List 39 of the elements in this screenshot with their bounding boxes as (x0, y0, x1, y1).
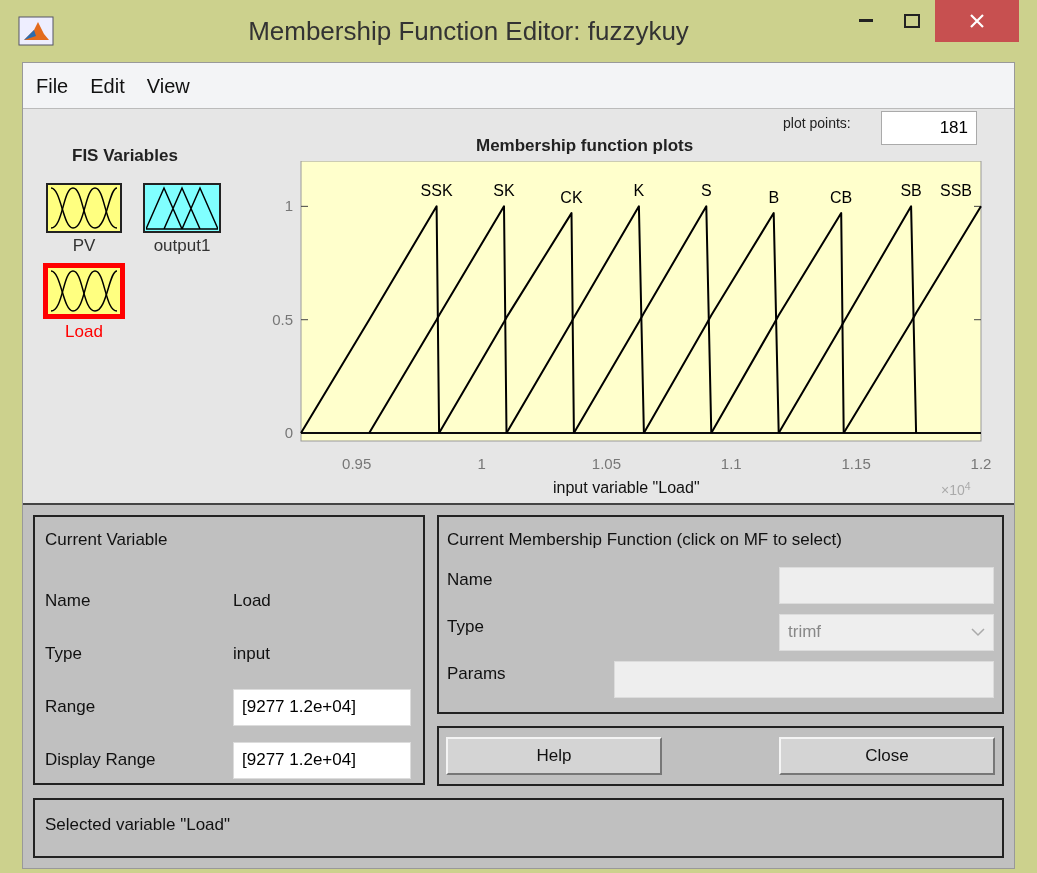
mf-label: B (768, 189, 780, 207)
x-tick-label: 1.2 (970, 455, 992, 472)
variable-label: output1 (153, 234, 211, 257)
mf-label: S (700, 182, 712, 200)
mf-label: SSB (940, 182, 972, 200)
mf-label: SK (493, 182, 515, 200)
field-label: Type (447, 615, 484, 638)
mf-label: SB (900, 182, 922, 200)
variable-label: Load (65, 320, 103, 343)
field-label: Name (447, 568, 493, 591)
field-label: Name (45, 590, 92, 613)
x-tick-label: 1.15 (841, 455, 871, 472)
mf-label: CB (830, 189, 853, 207)
mf-label: CK (560, 189, 583, 207)
x-axis-label: input variable "Load" (553, 478, 700, 498)
field-value: input (233, 643, 270, 666)
field-label: Type (45, 643, 83, 666)
x-tick-label: 1.05 (591, 455, 621, 472)
mf-label: K (633, 182, 645, 200)
plot-points-label: plot points: (783, 114, 851, 133)
field-label: Params (447, 662, 506, 685)
status-message: Selected variable "Load" (45, 815, 231, 834)
panel-heading: Current Membership Function (click on MF to select) (447, 529, 843, 551)
y-tick-label: 0.5 (272, 310, 293, 328)
x-tick-label: 1 (477, 455, 486, 472)
y-tick-label: 0 (284, 424, 293, 442)
field-value: Load (233, 590, 271, 613)
y-tick-label: 1 (284, 197, 293, 215)
panel-heading: FIS Variables (71, 145, 178, 167)
panel-heading: Current Variable (45, 529, 169, 551)
x-tick-label: 0.95 (342, 455, 372, 472)
field-label: Range (45, 696, 97, 719)
field-label: Display Range (45, 749, 157, 772)
chart-title: Membership function plots (476, 135, 694, 157)
mf-label: SSK (420, 182, 453, 200)
window-title: Membership Function Editor: fuzzykuy (247, 14, 690, 48)
axis-multiplier: ×10$^{4}$ (941, 480, 971, 500)
variable-label: PV (72, 234, 96, 257)
x-tick-label: 1.1 (720, 455, 742, 472)
